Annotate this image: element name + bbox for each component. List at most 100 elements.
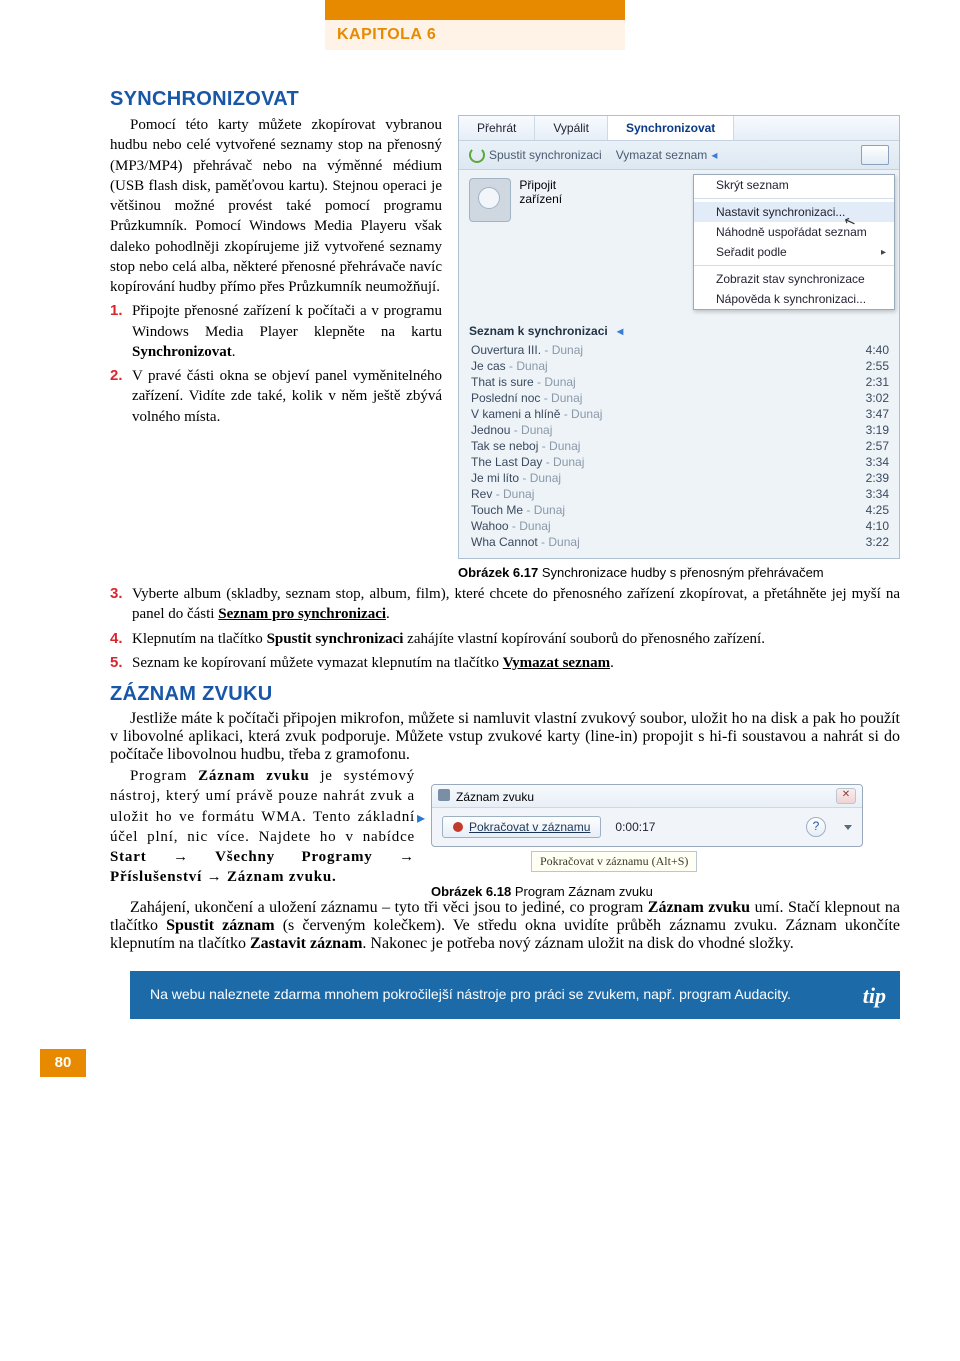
- caption-bold: Obrázek 6.17: [458, 565, 538, 580]
- tab-play[interactable]: Přehrát: [459, 116, 535, 140]
- arrow-left-icon: ◂: [711, 149, 717, 161]
- track-row[interactable]: Je mi líto - Dunaj 2:39: [469, 470, 891, 486]
- track-duration: 2:39: [855, 471, 889, 485]
- figure-617-caption: Obrázek 6.17 Synchronizace hudby s přeno…: [458, 565, 900, 580]
- track-list: Ouvertura III. - Dunaj4:40Je cas - Dunaj…: [459, 342, 899, 558]
- record-paragraph-3: Zahájení, ukončení a uložení záznamu – t…: [110, 899, 900, 953]
- text: Zahájení, ukončení a uložení záznamu – t…: [130, 899, 648, 916]
- track-name: Tak se neboj - Dunaj: [471, 439, 580, 453]
- step-text: V pravé části okna se objeví panel vyměn…: [132, 368, 442, 425]
- sr-title-left: Záznam zvuku: [438, 789, 534, 804]
- menu-shuffle[interactable]: Náhodně uspořádat seznam: [694, 222, 894, 242]
- track-duration: 3:34: [855, 487, 889, 501]
- sync-paragraph-1: Pomocí této karty můžete zkopírovat vybr…: [110, 115, 442, 297]
- record-time: 0:00:17: [615, 820, 655, 834]
- sr-title-text: Záznam zvuku: [456, 790, 534, 804]
- help-button[interactable]: ?: [806, 817, 826, 837]
- sync-step-3: 3. Vyberte album (skladby, seznam stop, …: [110, 584, 900, 625]
- sync-step-2: 2. V pravé části okna se objeví panel vy…: [110, 366, 442, 427]
- arrow-left-icon: ◂: [617, 324, 623, 338]
- caption-text: Synchronizace hudby s přenosným přehráva…: [538, 565, 823, 580]
- clear-list-button[interactable]: Vymazat seznam ◂: [616, 148, 720, 162]
- track-row[interactable]: Tak se neboj - Dunaj2:57: [469, 438, 891, 454]
- app-icon: [438, 789, 450, 801]
- track-row[interactable]: Ouvertura III. - Dunaj4:40: [469, 342, 891, 358]
- track-name: Je mi líto - Dunaj: [471, 471, 561, 485]
- sync-steps-list: 1. Připojte přenosné zařízení k počítači…: [110, 301, 442, 427]
- step-bold-underline: Vymazat seznam: [503, 655, 610, 671]
- menu-hide-list[interactable]: Skrýt seznam: [694, 175, 894, 195]
- step-bold: Spustit synchronizaci: [267, 631, 404, 647]
- text: . Nakonec je potřeba nový záznam uložit …: [362, 935, 793, 952]
- record-paragraph-1: Jestliže máte k počítači připojen mikrof…: [110, 710, 900, 764]
- tab-sync[interactable]: Synchronizovat: [608, 116, 734, 140]
- sync-step-4: 4. Klepnutím na tlačítko Spustit synchro…: [110, 629, 900, 649]
- sound-recorder-window: Záznam zvuku ✕ Pokračovat v záznamu 0:00…: [431, 784, 863, 847]
- step-text: Seznam ke kopírovaní můžete vymazat klep…: [132, 655, 503, 671]
- list-number: 3.: [110, 584, 123, 604]
- track-duration: 4:40: [855, 343, 889, 357]
- start-sync-label: Spustit synchronizaci: [489, 148, 602, 162]
- list-number: 2.: [110, 366, 123, 386]
- track-duration: 4:10: [855, 519, 889, 533]
- attach-device-label: Připojit zařízení: [519, 178, 599, 206]
- track-name: The Last Day - Dunaj: [471, 455, 584, 469]
- step-bold: Synchronizovat: [132, 344, 232, 360]
- track-name: Je cas - Dunaj: [471, 359, 548, 373]
- dropdown-icon[interactable]: [844, 825, 852, 830]
- track-duration: 2:55: [855, 359, 889, 373]
- track-row[interactable]: V kameni a hlíně - Dunaj3:47: [469, 406, 891, 422]
- track-duration: 3:22: [855, 535, 889, 549]
- wmp-toolbar: Spustit synchronizaci Vymazat seznam ◂: [459, 141, 899, 170]
- wmp-body: Připojit zařízení Skrýt seznam Nastavit …: [459, 170, 899, 316]
- track-row[interactable]: Wahoo - Dunaj4:10: [469, 518, 891, 534]
- wmp-right-pane: Skrýt seznam Nastavit synchronizaci... N…: [609, 170, 899, 316]
- track-row[interactable]: Jednou - Dunaj3:19: [469, 422, 891, 438]
- track-row[interactable]: Poslední noc - Dunaj3:02: [469, 390, 891, 406]
- track-duration: 2:31: [855, 375, 889, 389]
- track-row[interactable]: Rev - Dunaj 3:34: [469, 486, 891, 502]
- sync-step-1: 1. Připojte přenosné zařízení k počítači…: [110, 301, 442, 362]
- chapter-label: KAPITOLA 6: [325, 18, 625, 50]
- continue-record-button[interactable]: Pokračovat v záznamu: [442, 816, 601, 838]
- track-duration: 3:47: [855, 407, 889, 421]
- track-row[interactable]: Wha Cannot - Dunaj 3:22: [469, 534, 891, 550]
- record-text-column: Program Záznam zvuku je systémový nástro…: [110, 766, 415, 890]
- menu-help[interactable]: Nápověda k synchronizaci...: [694, 289, 894, 309]
- options-dropdown[interactable]: [861, 145, 889, 165]
- track-row[interactable]: The Last Day - Dunaj3:34: [469, 454, 891, 470]
- menu-sync-settings[interactable]: Nastavit synchronizaci...: [694, 202, 894, 222]
- sync-text-column: Pomocí této karty můžete zkopírovat vybr…: [110, 115, 442, 431]
- menu-show-status[interactable]: Zobrazit stav synchronizace: [694, 269, 894, 289]
- top-accent-bar: [325, 0, 625, 18]
- text: Program: [130, 768, 198, 784]
- device-icon: [469, 178, 511, 222]
- arrow-right-icon: ▸: [417, 811, 425, 827]
- tooltip: Pokračovat v záznamu (Alt+S): [531, 851, 697, 872]
- section-title-record: ZÁZNAM ZVUKU: [110, 683, 900, 706]
- list-number: 5.: [110, 653, 123, 673]
- text-bold: Zastavit záznam: [250, 935, 362, 952]
- track-row[interactable]: Je cas - Dunaj 2:55: [469, 358, 891, 374]
- tip-text: Na webu naleznete zdarma mnohem pokročil…: [150, 986, 791, 1002]
- chevron-right-icon: ▸: [881, 247, 886, 258]
- sync-step-5: 5. Seznam ke kopírovaní můžete vymazat k…: [110, 653, 900, 673]
- tab-burn[interactable]: Vypálit: [535, 116, 608, 140]
- menu-sort[interactable]: Seřadit podle▸: [694, 242, 894, 262]
- track-name: Poslední noc - Dunaj: [471, 391, 582, 405]
- start-sync-button[interactable]: Spustit synchronizaci: [469, 147, 602, 163]
- menu-separator: [694, 198, 894, 199]
- context-menu: Skrýt seznam Nastavit synchronizaci... N…: [693, 174, 895, 310]
- track-row[interactable]: Touch Me - Dunaj4:25: [469, 502, 891, 518]
- page-number: 80: [40, 1049, 86, 1077]
- step-text: Klepnutím na tlačítko: [132, 631, 267, 647]
- sync-two-column: Pomocí této karty můžete zkopírovat vybr…: [110, 115, 900, 580]
- track-row[interactable]: That is sure - Dunaj2:31: [469, 374, 891, 390]
- record-paragraph-2: Program Záznam zvuku je systémový nástro…: [110, 766, 415, 888]
- content-area: SYNCHRONIZOVAT Pomocí této karty můžete …: [0, 50, 960, 1019]
- track-name: Wha Cannot - Dunaj: [471, 535, 580, 549]
- text-bold: Záznam zvuku: [648, 899, 750, 916]
- close-button[interactable]: ✕: [836, 788, 856, 804]
- figure-618-column: ▸ Záznam zvuku ✕ Pokračovat v záznamu 0:…: [431, 766, 900, 899]
- track-name: Rev - Dunaj: [471, 487, 534, 501]
